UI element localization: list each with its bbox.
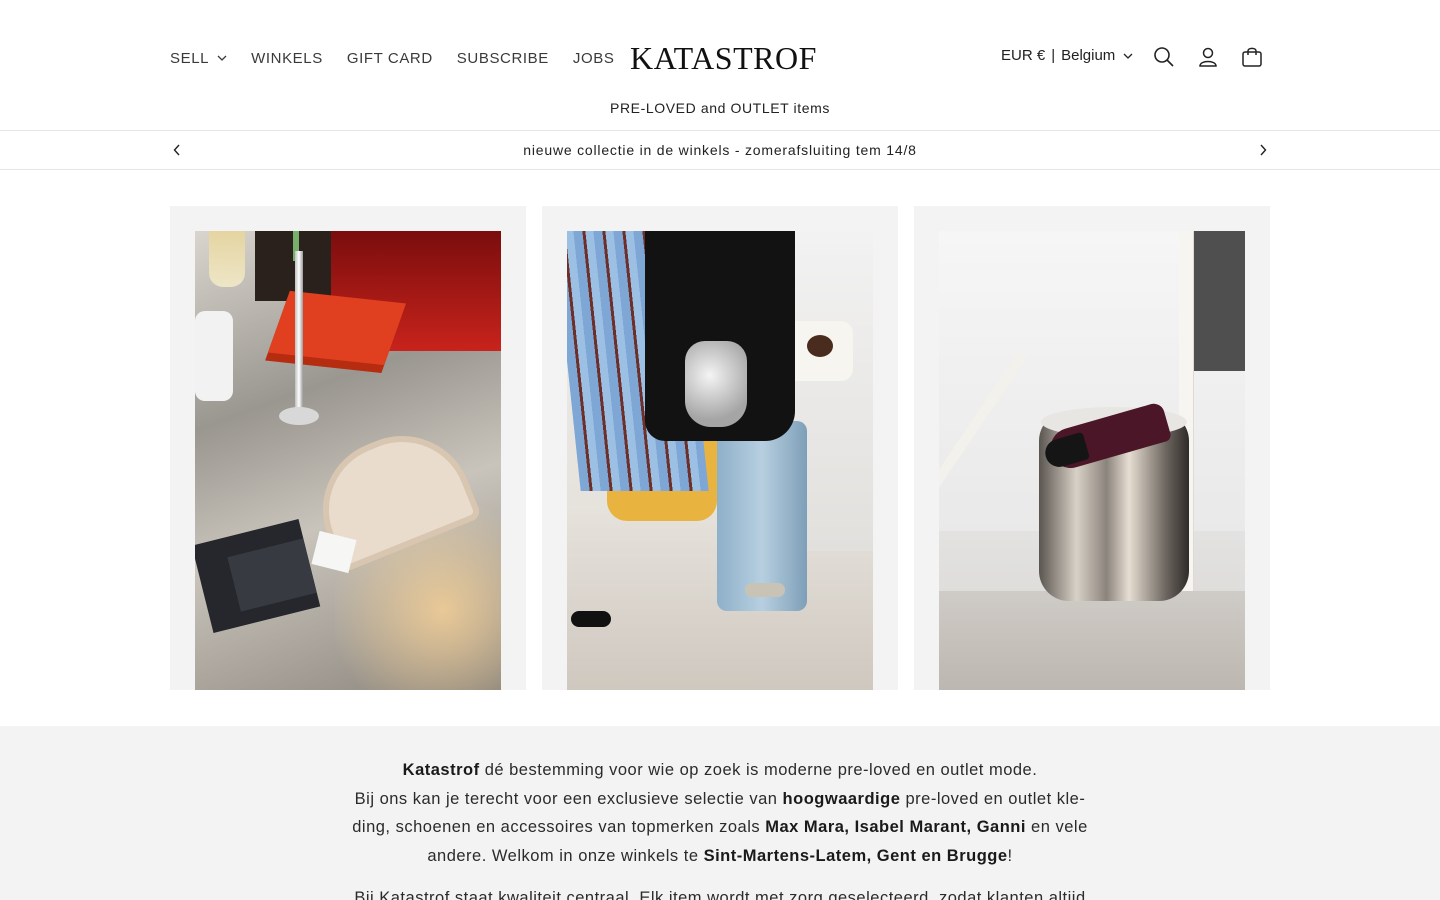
gallery-card[interactable] [170,206,526,690]
brand-name: Katastrof [402,761,480,779]
about-text: ding, schoenen en accessoires van topmer… [352,818,766,837]
gallery-photo-table [195,231,501,690]
nav-item-label: JOBS [572,49,615,67]
gallery-card[interactable] [542,206,898,690]
about-text: dé bestemming voor wie op zoek is modern… [479,761,1038,779]
chevron-down-icon [217,55,227,61]
about-text: pre-loved en outlet kle- [900,789,1086,808]
about-text: andere. Welkom in onze winkels te [427,847,704,866]
nav-item-label: SELL [170,49,210,67]
separator: | [1051,47,1056,64]
nav-item-winkels[interactable]: WINKELS [251,50,323,67]
account-icon[interactable] [1195,44,1221,70]
about-emphasis: Sint-Martens-Latem, Gent en Brugge [703,847,1008,866]
about-emphasis: hoogwaardige [782,789,901,808]
image-gallery [170,206,1270,690]
cart-icon[interactable] [1239,44,1265,70]
currency-label: EUR € [1001,47,1046,64]
gallery-card[interactable] [914,206,1270,690]
about-paragraph: Katastrof dé bestemming voor wie op zoek… [340,756,1100,871]
gallery-photo-shoes [939,231,1245,690]
country-currency-selector[interactable]: EUR € | Belgium [1001,47,1133,64]
chevron-down-icon [1123,53,1133,59]
country-label: Belgium [1061,47,1116,64]
about-text: en vele [1025,818,1088,837]
nav-item-subscribe[interactable]: SUBSCRIBE [457,50,549,67]
nav-item-sell[interactable]: SELL [170,50,227,67]
about-emphasis: Max Mara, Isabel Marant, Ganni [765,818,1026,837]
nav-item-label: SUBSCRIBE [456,49,549,67]
about-text: Bij ons kan je terecht voor een exclusie… [354,789,783,808]
about-text: ! [1007,847,1013,866]
site-header: SELL WINKELS GIFT CARD SUBSCRIBE JOBS KA… [0,0,1440,130]
site-logo[interactable]: KATASTROF [630,40,816,76]
announcement-bar: nieuwe collectie in de winkels - zomeraf… [0,130,1440,170]
nav-item-label: GIFT CARD [346,49,433,67]
chevron-right-icon[interactable] [1254,141,1272,159]
header-subtitle: PRE-LOVED and OUTLET items [610,100,830,116]
search-icon[interactable] [1151,44,1177,70]
main-nav: SELL WINKELS GIFT CARD SUBSCRIBE JOBS [170,46,638,70]
nav-item-label: WINKELS [251,49,323,67]
nav-item-jobs[interactable]: JOBS [573,50,615,67]
about-section: Katastrof dé bestemming voor wie op zoek… [0,726,1440,900]
about-paragraph-2: Bij Katastrof staat kwaliteit centraal. … [354,889,1086,900]
gallery-photo-rack [567,231,873,690]
chevron-left-icon[interactable] [168,141,186,159]
announcement-text[interactable]: nieuwe collectie in de winkels - zomeraf… [0,131,1440,169]
nav-item-gift-card[interactable]: GIFT CARD [347,50,433,67]
